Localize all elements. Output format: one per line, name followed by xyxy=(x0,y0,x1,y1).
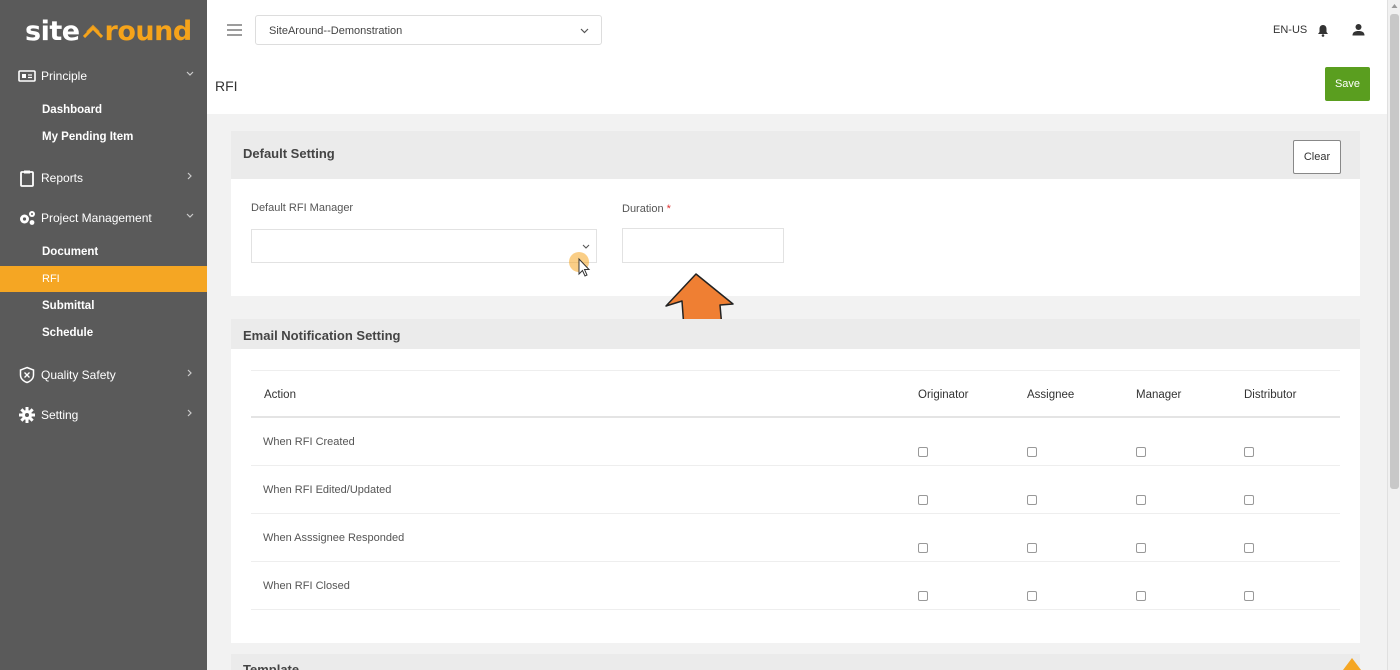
page-title: RFI xyxy=(215,78,238,94)
sidebar-item-my-pending-item[interactable]: My Pending Item xyxy=(0,124,207,150)
scrollbar-thumb[interactable] xyxy=(1390,14,1399,489)
originator-checkbox[interactable] xyxy=(918,543,928,553)
column-action: Action xyxy=(264,389,296,401)
sidebar-group-label: Quality Safety xyxy=(41,368,116,382)
card-title: Template xyxy=(243,662,300,670)
column-assignee: Assignee xyxy=(1027,389,1075,401)
default-setting-card: Default Setting Clear Default RFI Manage… xyxy=(231,131,1360,296)
table-row: When RFI Edited/Updated xyxy=(251,466,1340,514)
assignee-checkbox[interactable] xyxy=(1027,543,1037,553)
table-row: When Asssignee Responded xyxy=(251,514,1340,562)
card-body: Default RFI Manager Duration * xyxy=(231,179,1360,296)
sidebar: site round Principle Dashboard My Pendin… xyxy=(0,0,207,670)
manager-checkbox[interactable] xyxy=(1136,543,1146,553)
hamburger-menu-icon[interactable] xyxy=(227,24,242,36)
manager-checkbox[interactable] xyxy=(1136,591,1146,601)
card-title: Default Setting xyxy=(243,146,335,161)
table-row: When RFI Closed xyxy=(251,562,1340,610)
chevron-down-icon xyxy=(186,213,194,218)
originator-checkbox[interactable] xyxy=(918,447,928,457)
row-action-label: When RFI Edited/Updated xyxy=(263,484,392,496)
distributor-checkbox[interactable] xyxy=(1244,543,1254,553)
logo-roof-icon xyxy=(82,24,103,38)
chevron-right-icon xyxy=(187,409,192,417)
user-icon[interactable] xyxy=(1352,23,1365,36)
chevron-down-icon xyxy=(580,28,589,34)
assignee-checkbox[interactable] xyxy=(1027,495,1037,505)
card-body: Action Originator Assignee Manager Distr… xyxy=(231,349,1360,643)
card-title: Email Notification Setting xyxy=(243,328,401,343)
manager-checkbox[interactable] xyxy=(1136,495,1146,505)
mouse-cursor-icon xyxy=(569,252,591,277)
row-action-label: When Asssignee Responded xyxy=(263,532,405,544)
default-rfi-manager-label: Default RFI Manager xyxy=(251,202,354,214)
distributor-checkbox[interactable] xyxy=(1244,495,1254,505)
duration-label: Duration * xyxy=(622,203,671,215)
project-select[interactable]: SiteAround--Demonstration xyxy=(255,15,602,45)
sidebar-item-submittal[interactable]: Submittal xyxy=(0,293,207,319)
sidebar-item-dashboard[interactable]: Dashboard xyxy=(0,97,207,123)
scroll-up-arrow-icon[interactable] xyxy=(1391,3,1398,9)
card-header: Default Setting Clear xyxy=(231,131,1360,179)
bell-icon[interactable] xyxy=(1317,24,1329,37)
sidebar-group-label: Project Management xyxy=(41,211,152,225)
save-button[interactable]: Save xyxy=(1325,67,1370,101)
sidebar-group-label: Setting xyxy=(41,408,79,422)
distributor-checkbox[interactable] xyxy=(1244,447,1254,457)
template-card: Template xyxy=(231,654,1360,670)
sidebar-group-setting[interactable]: Setting xyxy=(0,402,207,428)
card-header: Email Notification Setting xyxy=(231,319,1360,349)
sidebar-group-project-management[interactable]: Project Management xyxy=(0,205,207,231)
manager-checkbox[interactable] xyxy=(1136,447,1146,457)
sidebar-group-reports[interactable]: Reports xyxy=(0,165,207,191)
default-rfi-manager-select[interactable] xyxy=(251,229,597,263)
sidebar-item-schedule[interactable]: Schedule xyxy=(0,320,207,346)
duration-input[interactable] xyxy=(622,228,784,263)
required-marker: * xyxy=(666,203,671,215)
distributor-checkbox[interactable] xyxy=(1244,591,1254,601)
originator-checkbox[interactable] xyxy=(918,495,928,505)
sidebar-item-document[interactable]: Document xyxy=(0,239,207,265)
chevron-right-icon xyxy=(187,172,192,180)
project-select-value: SiteAround--Demonstration xyxy=(269,25,403,37)
chevron-down-icon xyxy=(582,244,590,249)
page-scrollbar[interactable] xyxy=(1387,0,1400,670)
gear-icon xyxy=(19,407,35,423)
column-distributor: Distributor xyxy=(1244,389,1297,401)
assignee-checkbox[interactable] xyxy=(1027,447,1037,457)
row-action-label: When RFI Closed xyxy=(263,580,350,592)
chevron-down-icon xyxy=(186,71,194,76)
table-header: Action Originator Assignee Manager Distr… xyxy=(251,370,1340,418)
assignee-checkbox[interactable] xyxy=(1027,591,1037,601)
column-originator: Originator xyxy=(918,389,969,401)
top-bar: SiteAround--Demonstration EN-US xyxy=(207,0,1387,62)
page-header: RFI Save xyxy=(207,62,1387,114)
sidebar-group-quality-safety[interactable]: Quality Safety xyxy=(0,362,207,388)
language-selector[interactable]: EN-US xyxy=(1273,24,1307,36)
shield-icon xyxy=(19,366,35,384)
sidebar-item-rfi[interactable]: RFI xyxy=(0,266,207,292)
email-notification-card: Email Notification Setting Action Origin… xyxy=(231,319,1360,643)
gears-icon xyxy=(20,211,35,225)
scroll-top-icon[interactable] xyxy=(1341,656,1363,670)
table-row: When RFI Created xyxy=(251,418,1340,466)
sidebar-group-principle[interactable]: Principle xyxy=(0,63,207,89)
clear-button[interactable]: Clear xyxy=(1293,140,1341,174)
duration-label-text: Duration xyxy=(622,203,664,215)
row-action-label: When RFI Created xyxy=(263,436,355,448)
originator-checkbox[interactable] xyxy=(918,591,928,601)
site-around-logo[interactable]: site round xyxy=(0,0,207,62)
sidebar-group-label: Reports xyxy=(41,171,84,185)
id-card-icon xyxy=(18,70,36,82)
clipboard-icon xyxy=(20,170,34,187)
sidebar-group-label: Principle xyxy=(41,69,88,83)
column-manager: Manager xyxy=(1136,389,1182,401)
chevron-right-icon xyxy=(187,369,192,377)
